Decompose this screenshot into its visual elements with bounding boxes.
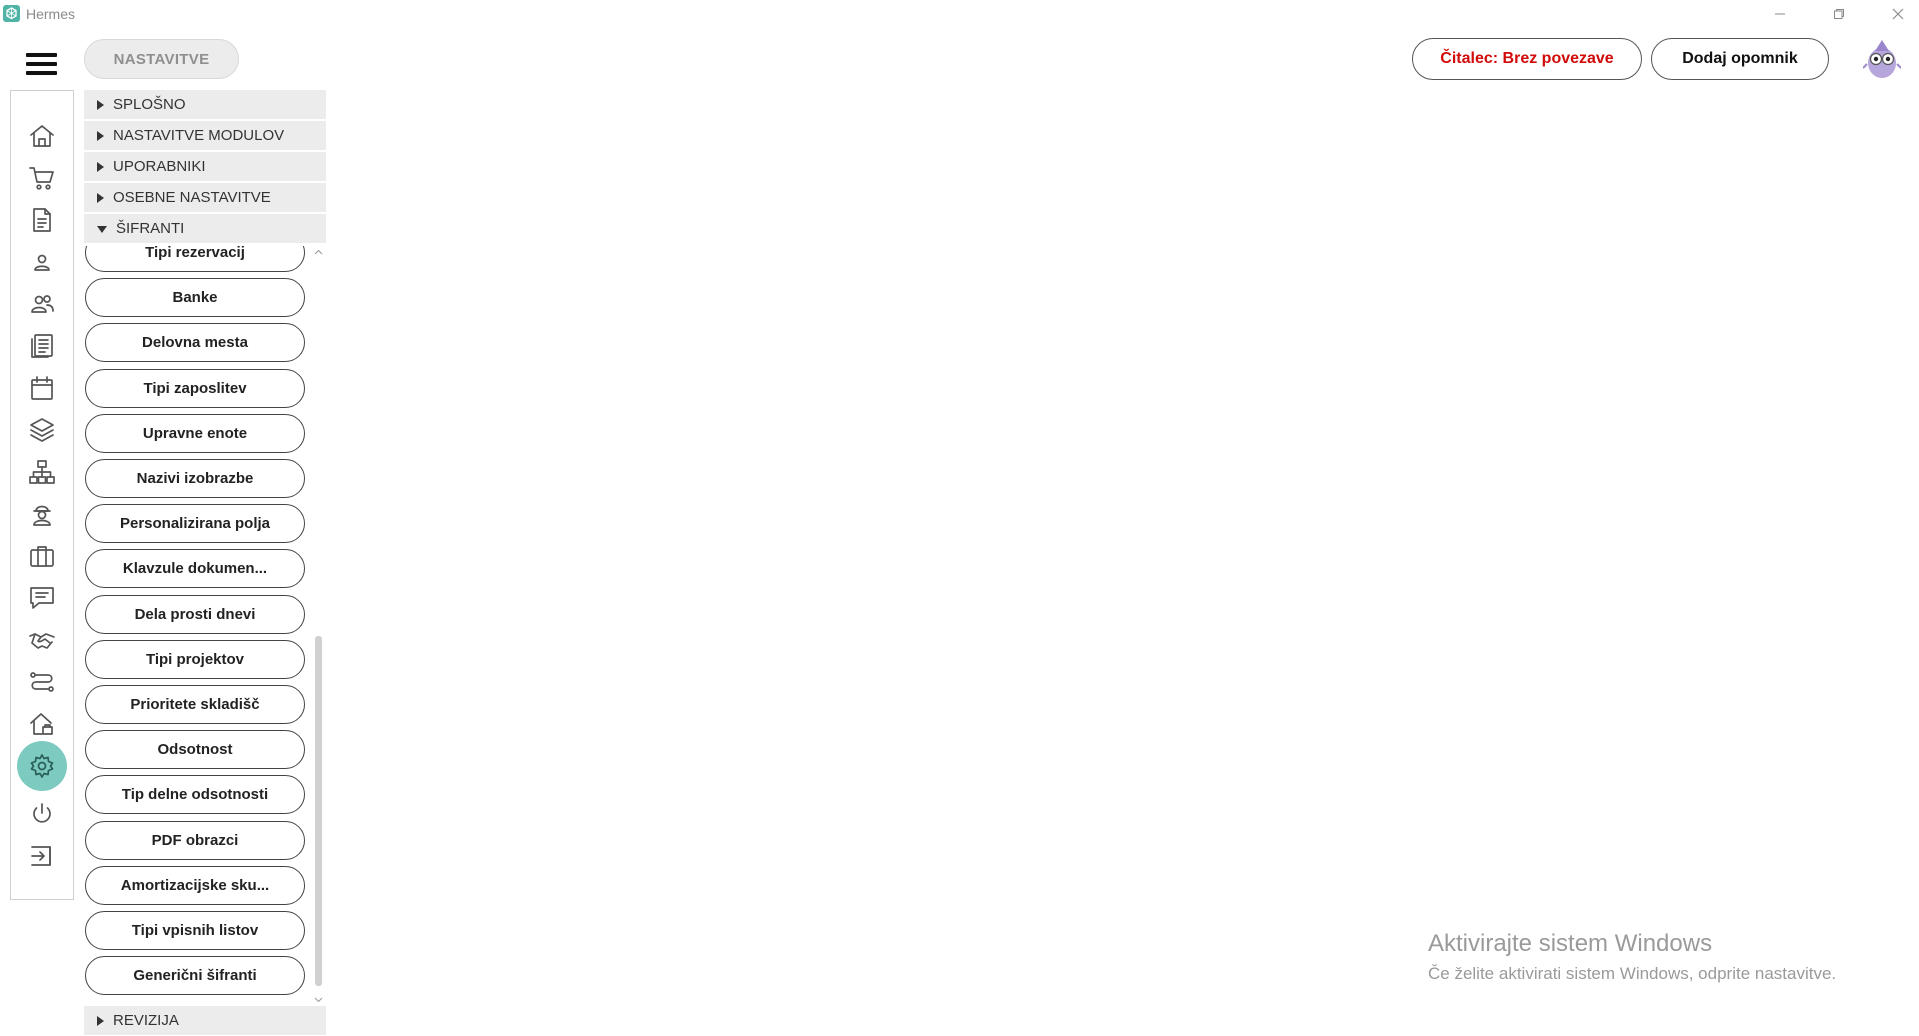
sifrant-item-button[interactable]: PDF obrazci <box>85 820 305 860</box>
power-icon[interactable] <box>25 797 59 831</box>
window-title: Hermes <box>26 6 76 22</box>
avatar[interactable] <box>1862 37 1902 79</box>
people-icon[interactable] <box>25 287 59 321</box>
sifrant-item-button[interactable]: Nazivi izobrazbe <box>85 459 305 498</box>
scroll-down-icon[interactable] <box>314 995 323 1004</box>
activation-subtitle: Če želite aktivirati sistem Windows, odp… <box>1428 964 1837 983</box>
hierarchy-icon[interactable] <box>25 455 59 489</box>
sifranti-list: Tipi rezervacij Banke Delovna mesta Tipi za… <box>84 246 326 1006</box>
briefcase-icon[interactable] <box>25 539 59 573</box>
sifrant-item-button[interactable]: Personalizirana polja <box>85 504 305 544</box>
add-reminder-button[interactable]: Dodaj opomnik <box>1651 38 1829 80</box>
section-sifranti[interactable]: ŠIFRANTI <box>84 214 326 244</box>
sifrant-item-button[interactable]: Upravne enote <box>85 413 305 453</box>
expand-arrow-icon <box>97 192 104 203</box>
sifrant-item-button[interactable]: Dela prosti dnevi <box>85 594 305 634</box>
section-uporabniki[interactable]: UPORABNIKI <box>84 152 326 182</box>
close-button[interactable] <box>1875 0 1919 28</box>
house-icon[interactable] <box>25 707 59 741</box>
restore-button[interactable] <box>1816 0 1862 28</box>
sifrant-item-button[interactable]: Tipi vpisnih listov <box>85 911 305 950</box>
sifrant-item-button[interactable]: Tip delne odsotnosti <box>85 775 305 815</box>
handshake-icon[interactable] <box>25 623 59 657</box>
reader-status-button[interactable]: Čitalec: Brez povezave <box>1412 38 1642 80</box>
title-bar: Hermes <box>0 0 1919 28</box>
sifrant-item-button[interactable]: Tipi rezervacij <box>85 246 305 272</box>
scroll-thumb[interactable] <box>315 636 322 986</box>
sifrant-item-button[interactable]: Odsotnost <box>85 730 305 770</box>
windows-activation-notice: Aktivirajte sistem Windows Če želite akt… <box>1428 930 1836 984</box>
layers-icon[interactable] <box>25 413 59 447</box>
page-title: NASTAVITVE <box>84 39 239 79</box>
route-icon[interactable] <box>25 665 59 699</box>
sifrant-item-button[interactable]: Amortizacijske sku... <box>85 865 305 905</box>
expand-arrow-icon <box>97 161 104 172</box>
expand-arrow-icon <box>97 99 104 110</box>
section-osebne-nastavitve[interactable]: OSEBNE NASTAVITVE <box>84 183 326 213</box>
activation-title: Aktivirajte sistem Windows <box>1428 930 1713 957</box>
cart-icon[interactable] <box>25 161 59 195</box>
collapse-arrow-icon <box>97 225 107 233</box>
section-nastavitve-modulov[interactable]: NASTAVITVE MODULOV <box>84 121 326 151</box>
hamburger-menu-icon[interactable] <box>26 53 57 75</box>
sifrant-item-button[interactable]: Delovna mesta <box>85 323 305 363</box>
person-icon[interactable] <box>25 245 59 279</box>
calendar-icon[interactable] <box>25 371 59 405</box>
nav-sidebar <box>10 90 74 900</box>
minimize-button[interactable] <box>1757 0 1803 28</box>
sifrant-item-button[interactable]: Generični šifranti <box>85 956 305 996</box>
scroll-up-icon[interactable] <box>314 248 323 257</box>
expand-arrow-icon <box>97 130 104 141</box>
chat-icon[interactable] <box>25 581 59 615</box>
section-revizija[interactable]: REVIZIJA <box>84 1006 326 1036</box>
sifrant-item-button[interactable]: Prioritete skladišč <box>85 685 305 724</box>
app-logo-icon <box>3 5 20 22</box>
sifranti-scrollbar[interactable] <box>311 246 326 1006</box>
sifrant-item-button[interactable]: Klavzule dokumen... <box>85 549 305 589</box>
logout-icon[interactable] <box>25 839 59 873</box>
section-splosno[interactable]: SPLOŠNO <box>84 90 326 120</box>
sifrant-item-button[interactable]: Banke <box>85 278 305 318</box>
sifrant-item-button[interactable]: Tipi zaposlitev <box>85 368 305 408</box>
worker-icon[interactable] <box>25 497 59 531</box>
newspaper-icon[interactable] <box>25 329 59 363</box>
home-icon[interactable] <box>25 119 59 153</box>
gear-icon[interactable] <box>17 741 67 791</box>
settings-panel: SPLOŠNO NASTAVITVE MODULOV UPORABNIKI OS… <box>84 90 326 1036</box>
expand-arrow-icon <box>97 1015 104 1026</box>
sifrant-item-button[interactable]: Tipi projektov <box>85 639 305 679</box>
document-icon[interactable] <box>25 203 59 237</box>
